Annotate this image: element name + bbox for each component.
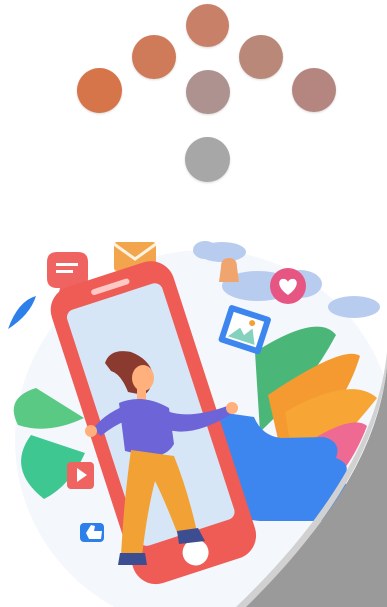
social-media-phone-illustration-icon: [8, 241, 387, 607]
splash-screen: [0, 0, 387, 607]
app-logo: [0, 0, 387, 200]
logo-dot-lower-left: [77, 68, 122, 113]
logo-dot-center: [186, 70, 230, 114]
heart-notification-icon: [270, 268, 306, 304]
decorative-leaf-icon: [8, 296, 36, 329]
social-media-illustration: [0, 205, 387, 607]
logo-dot-lower-right: [292, 68, 336, 112]
logo-dot-upper-left: [132, 35, 176, 79]
logo-dot-upper-right: [239, 35, 283, 79]
logo-dot-top: [186, 4, 229, 47]
small-thumbs-up-icon: [80, 523, 104, 542]
logo-dot-bottom: [185, 137, 230, 182]
play-video-icon: [67, 462, 94, 489]
